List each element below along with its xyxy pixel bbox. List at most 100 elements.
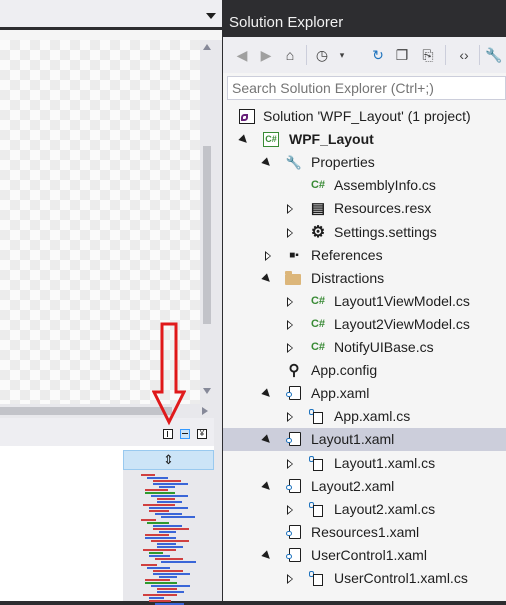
- tree-item[interactable]: ⚲ App.config: [223, 359, 506, 382]
- minimap-line: [141, 474, 155, 476]
- tree-item[interactable]: UserControl1.xaml: [223, 544, 506, 567]
- minimap-line: [157, 546, 183, 548]
- tree-item[interactable]: C# AssemblyInfo.cs: [223, 174, 506, 197]
- home-icon[interactable]: ⌂: [281, 46, 299, 64]
- scroll-thumb[interactable]: [0, 407, 172, 415]
- scroll-right-icon[interactable]: [202, 407, 208, 415]
- scroll-down-icon[interactable]: [203, 388, 211, 394]
- tree-item[interactable]: ■▪ References: [223, 244, 506, 267]
- tree-item-label: Properties: [311, 154, 375, 170]
- collapsed-arrow-icon[interactable]: [287, 204, 293, 214]
- csharp-file-icon: C#: [310, 295, 326, 307]
- settings-gear-icon: ⚙: [310, 224, 326, 241]
- collapsed-arrow-icon[interactable]: [287, 412, 293, 422]
- collapsed-arrow-icon[interactable]: [287, 459, 293, 469]
- collapsed-arrow-icon[interactable]: [287, 228, 293, 238]
- tree-item[interactable]: Layout1.xaml.cs: [223, 452, 506, 475]
- minimap-line: [147, 522, 169, 524]
- tree-item-label: Resources.resx: [334, 200, 432, 216]
- xaml-cs-file-icon: [309, 571, 323, 586]
- tree-item[interactable]: 🔧 Properties: [223, 151, 506, 174]
- tree-item[interactable]: Resources1.xaml: [223, 521, 506, 544]
- minimap-line: [143, 594, 177, 596]
- tree-item[interactable]: Layout1.xaml: [223, 428, 506, 451]
- minimap-line: [147, 567, 170, 569]
- expanded-arrow-icon[interactable]: [261, 550, 273, 562]
- minimap-line: [161, 561, 196, 563]
- minimap-line: [151, 495, 188, 497]
- collapsed-arrow-icon[interactable]: [265, 251, 271, 261]
- minimap-line: [143, 504, 175, 506]
- minimap-line: [157, 498, 175, 500]
- expanded-arrow-icon[interactable]: [261, 388, 273, 400]
- tree-item[interactable]: Layout2.xaml: [223, 475, 506, 498]
- minimap-line: [151, 585, 190, 587]
- expanded-arrow-icon[interactable]: [261, 273, 273, 285]
- tree-item-label: Solution 'WPF_Layout' (1 project): [263, 108, 471, 124]
- code-minimap[interactable]: ⇕: [123, 450, 214, 605]
- back-icon[interactable]: ◀: [233, 46, 251, 64]
- collapsed-arrow-icon[interactable]: [287, 574, 293, 584]
- tree-item-label: WPF_Layout: [289, 131, 374, 147]
- minimap-line: [149, 555, 170, 557]
- minimap-line: [157, 591, 184, 593]
- tree-item[interactable]: Layout2.xaml.cs: [223, 498, 506, 521]
- panel-title[interactable]: Solution Explorer: [223, 9, 506, 37]
- tree-item[interactable]: UserControl1.xaml.cs: [223, 567, 506, 590]
- forward-icon[interactable]: ▶: [257, 46, 275, 64]
- tree-item[interactable]: App.xaml: [223, 382, 506, 405]
- expanded-arrow-icon[interactable]: [261, 157, 273, 169]
- tab-dropdown-icon[interactable]: [206, 13, 216, 19]
- tree-item-label: Layout2.xaml: [311, 478, 395, 494]
- tree-item[interactable]: C# Layout1ViewModel.cs: [223, 290, 506, 313]
- sync-icon[interactable]: ↻: [369, 46, 387, 64]
- minimap-line: [145, 489, 168, 491]
- search-input[interactable]: [227, 76, 506, 100]
- toolbar-separator: [445, 45, 446, 65]
- xaml-designer-pane: ¥ ⇕: [0, 0, 222, 605]
- tree-item[interactable]: ▤ Resources.resx: [223, 197, 506, 220]
- minimap-line: [155, 558, 183, 560]
- pending-changes-icon[interactable]: ◷: [313, 46, 331, 64]
- solution-explorer-panel: Solution Explorer ◀ ▶ ⌂ ◷ ▾ ↻ ❐ ⎘ ‹› 🔧 S…: [223, 9, 506, 601]
- resize-splitter-icon[interactable]: ⇕: [123, 450, 214, 470]
- minimap-line: [149, 600, 171, 602]
- csharp-project-icon: C#: [263, 132, 279, 147]
- tree-item-label: References: [311, 247, 383, 263]
- designer-vertical-scrollbar[interactable]: [200, 40, 214, 404]
- scroll-thumb[interactable]: [203, 146, 211, 324]
- show-all-files-icon[interactable]: ⎘: [419, 46, 437, 64]
- collapsed-arrow-icon[interactable]: [287, 505, 293, 515]
- vertical-split-icon[interactable]: [163, 429, 173, 439]
- tree-item[interactable]: ⚙ Settings.settings: [223, 221, 506, 244]
- expanded-arrow-icon[interactable]: [261, 481, 273, 493]
- collapsed-arrow-icon[interactable]: [287, 320, 293, 330]
- tree-item[interactable]: App.xaml.cs: [223, 405, 506, 428]
- collapse-all-icon[interactable]: ❐: [393, 46, 411, 64]
- collapsed-arrow-icon[interactable]: [287, 297, 293, 307]
- tree-item[interactable]: C# Layout2ViewModel.cs: [223, 313, 506, 336]
- tree-item[interactable]: Distractions: [223, 267, 506, 290]
- horizontal-split-icon[interactable]: [180, 429, 190, 439]
- collapsed-arrow-icon[interactable]: [287, 343, 293, 353]
- minimap-line: [153, 480, 181, 482]
- tree-item-label: Layout1.xaml: [311, 431, 395, 447]
- solution-icon: [239, 109, 255, 124]
- tree-item[interactable]: Solution 'WPF_Layout' (1 project): [223, 105, 506, 128]
- minimap-line: [153, 525, 182, 527]
- csharp-file-icon: C#: [310, 318, 326, 330]
- expanded-arrow-icon[interactable]: [238, 134, 250, 146]
- scroll-up-icon[interactable]: [203, 44, 211, 50]
- collapse-pane-icon[interactable]: ¥: [197, 429, 207, 439]
- expanded-arrow-icon[interactable]: [261, 434, 273, 446]
- view-code-icon[interactable]: ‹›: [455, 46, 473, 64]
- tree-item-label: Layout2ViewModel.cs: [334, 316, 470, 332]
- tree-item[interactable]: C# WPF_Layout: [223, 128, 506, 151]
- tree-item-label: UserControl1.xaml.cs: [334, 570, 468, 586]
- minimap-line: [145, 534, 169, 536]
- minimap-line: [157, 543, 176, 545]
- dropdown-icon[interactable]: ▾: [333, 46, 351, 64]
- properties-icon[interactable]: 🔧: [485, 46, 503, 64]
- minimap-line: [149, 552, 163, 554]
- tree-item[interactable]: C# NotifyUIBase.cs: [223, 336, 506, 359]
